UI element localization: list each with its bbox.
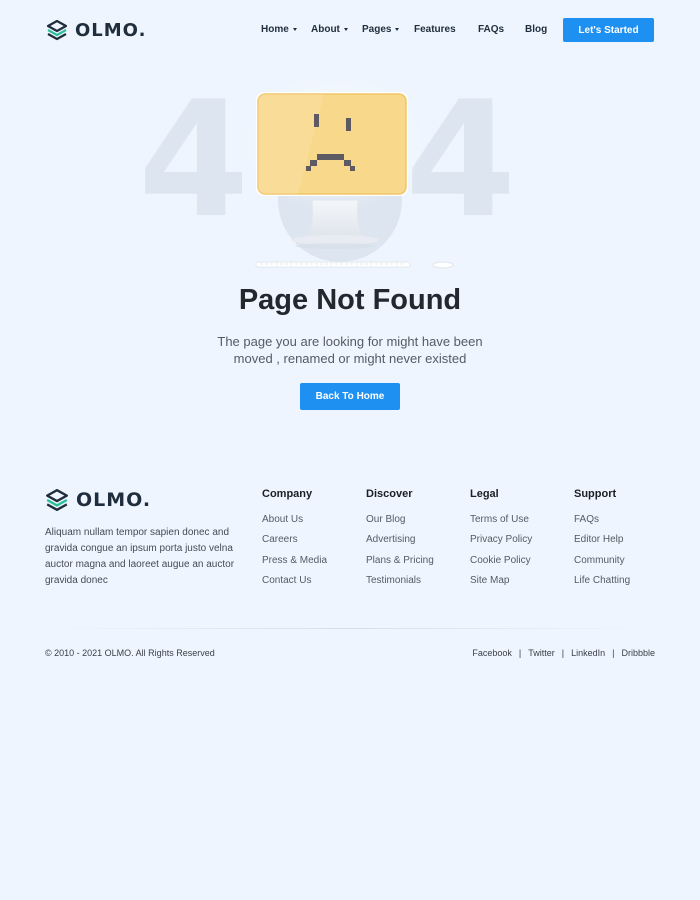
brand-logo[interactable]: OLMO. [46,19,146,41]
footer-brand-logo[interactable]: OLMO. [45,488,151,512]
brand-name: OLMO. [75,19,147,41]
nav-item-blog[interactable]: Blog [525,24,547,35]
separator: | [561,648,565,658]
footer-link[interactable]: Privacy Policy [470,534,532,554]
footer-divider [45,628,655,629]
footer-link[interactable]: Life Chatting [574,575,630,595]
nav-item-label: Pages [362,24,392,35]
footer-link[interactable]: Editor Help [574,534,630,554]
footer-link[interactable]: Community [574,555,630,575]
footer-link[interactable]: FAQs [574,514,630,534]
social-links: Facebook | Twitter | LinkedIn | Dribbble [472,648,655,658]
error-digit-left: 4 [138,66,250,253]
footer-link[interactable]: Careers [262,534,327,554]
footer-link[interactable]: Cookie Policy [470,555,532,575]
footer-column-title: Legal [470,488,499,500]
footer-brand-name: OLMO. [76,489,152,511]
footer-link[interactable]: Plans & Pricing [366,555,434,575]
mouse-icon [432,261,454,269]
footer-link[interactable]: Contact Us [262,575,327,595]
nav-item-about[interactable]: About [311,24,348,35]
footer-column-company: Company About Us Careers Press & Media C… [262,488,327,595]
footer-column-discover: Discover Our Blog Advertising Plans & Pr… [366,488,434,595]
layers-icon [45,488,69,512]
footer-column-title: Company [262,488,313,500]
footer-column-title: Support [574,488,617,500]
footer-about-text: Aliquam nullam tempor sapien donec and g… [45,527,235,586]
footer-link[interactable]: Site Map [470,575,532,595]
footer-column-support: Support FAQs Editor Help Community Life … [574,488,630,595]
site-header: OLMO. Home About Pages Features FAQs Blo… [0,0,700,60]
footer-column-legal: Legal Terms of Use Privacy Policy Cookie… [470,488,532,595]
page-title: Page Not Found [238,284,462,316]
nav-item-label: About [311,24,340,35]
caret-down-icon [292,28,297,31]
nav-item-label: Features [414,24,456,35]
nav-item-home[interactable]: Home [261,24,297,35]
caret-down-icon [343,28,348,31]
footer-link[interactable]: Terms of Use [470,514,532,534]
footer-link[interactable]: Press & Media [262,555,327,575]
page-subtitle: The page you are looking for might have … [217,334,483,366]
nav-item-pages[interactable]: Pages [362,24,400,35]
footer-link[interactable]: Testimonials [366,575,434,595]
linkedin-link[interactable]: LinkedIn [571,648,605,658]
separator: | [518,648,522,658]
nav-item-label: Home [261,24,289,35]
nav-item-features[interactable]: Features [414,24,456,35]
facebook-link[interactable]: Facebook [472,648,512,658]
back-to-home-button[interactable]: Back To Home [300,383,400,410]
twitter-link[interactable]: Twitter [528,648,555,658]
nav-item-label: Blog [525,24,548,35]
lets-started-button[interactable]: Let's Started [563,18,654,42]
copyright-text: © 2010 - 2021 OLMO. All Rights Reserved [45,648,215,658]
footer-link[interactable]: Our Blog [366,514,434,534]
separator: | [612,648,615,658]
footer-column-title: Discover [366,488,413,500]
footer-link[interactable]: About Us [262,514,327,534]
caret-down-icon [395,28,400,31]
nav-item-faqs[interactable]: FAQs [478,24,504,35]
dribbble-link[interactable]: Dribbble [621,648,655,658]
layers-icon [46,19,68,41]
sad-monitor-icon [240,72,440,280]
footer-link[interactable]: Advertising [366,534,434,554]
nav-item-label: FAQs [478,24,505,35]
